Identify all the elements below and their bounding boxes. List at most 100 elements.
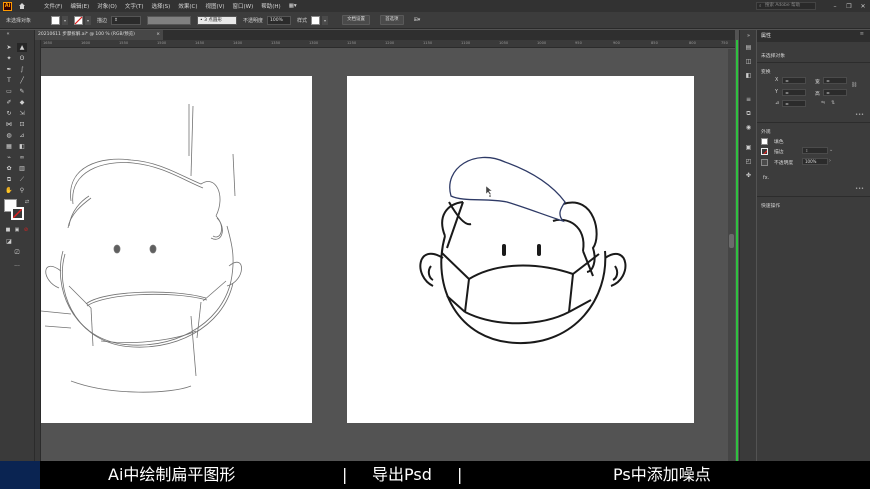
width-tool-icon[interactable]: ⋈ — [4, 120, 14, 129]
eraser-icon[interactable]: ◆ — [17, 98, 27, 107]
menu-window[interactable]: 窗口(W) — [233, 2, 254, 10]
restore-icon[interactable]: ❐ — [842, 3, 856, 10]
y-field[interactable]: ◂▸ — [782, 89, 806, 96]
draw-mode-icon[interactable]: ◪ — [4, 237, 14, 246]
fill-swatch[interactable] — [51, 15, 61, 25]
line-tool-icon[interactable]: ╱ — [17, 76, 27, 85]
selection-tool-icon[interactable]: ➤ — [4, 43, 14, 52]
arrange-icon[interactable]: ⊞▾ — [414, 17, 421, 23]
menu-select[interactable]: 选择(S) — [152, 2, 171, 10]
lasso-icon[interactable]: ʘ — [17, 54, 27, 63]
document-setup-button[interactable]: 文档设置 — [342, 15, 371, 25]
brush-definition-field[interactable]: • 3 点圆形 — [197, 15, 238, 25]
blend-tool-icon[interactable]: ∞ — [17, 153, 27, 162]
swatches-icon[interactable]: ▣ — [744, 144, 753, 152]
horizontal-ruler[interactable]: 1650 1600 1550 1500 1450 1400 1350 1300 … — [41, 40, 735, 48]
opacity-field[interactable]: 100% — [267, 15, 292, 25]
home-icon[interactable] — [17, 2, 26, 11]
artboard-tool-icon[interactable]: ⧉ — [4, 175, 14, 184]
magic-wand-icon[interactable]: ✦ — [4, 54, 14, 63]
workspace-switcher-icon[interactable]: ▦▾ — [289, 3, 297, 9]
stroke-label[interactable]: 描边 — [97, 17, 107, 24]
properties-panel-icon[interactable]: ▤ — [744, 44, 753, 52]
menu-help[interactable]: 帮助(H) — [261, 2, 280, 10]
document-tab[interactable]: 20210611 步骤拆解.ai* @ 100 % (RGB/预览) × — [35, 30, 163, 40]
stroke-weight-panel-field[interactable]: ⇕ — [802, 147, 828, 154]
menu-file[interactable]: 文件(F) — [44, 2, 62, 10]
panel-menu-icon[interactable]: ≡ — [860, 31, 864, 37]
symbols-icon[interactable]: ✤ — [744, 172, 753, 180]
curvature-tool-icon[interactable]: ∫ — [17, 65, 27, 74]
stroke-label-panel[interactable]: 描边 — [774, 148, 784, 155]
close-tab-icon[interactable]: × — [156, 30, 160, 40]
more-appearance-icon[interactable]: ••• — [855, 186, 864, 192]
menu-edit[interactable]: 编辑(E) — [70, 2, 89, 10]
mesh-tool-icon[interactable]: ▦ — [4, 142, 14, 151]
pathfinder-icon[interactable]: ⧉ — [744, 110, 753, 118]
help-search-input[interactable]: ⌕ 搜索 Adobe 帮助 — [756, 2, 816, 10]
opacity-label-panel[interactable]: 不透明度 — [774, 159, 793, 166]
gradient-tool-icon[interactable]: ◧ — [17, 142, 27, 151]
chevron-right-icon[interactable]: › — [829, 158, 831, 164]
swap-fill-stroke-icon[interactable]: ⇄ — [22, 198, 32, 207]
close-icon[interactable]: ✕ — [856, 3, 870, 10]
free-transform-icon[interactable]: ⊡ — [17, 120, 27, 129]
paintbrush-icon[interactable]: ✎ — [17, 87, 27, 96]
none-mode-icon[interactable]: ⊘ — [21, 226, 31, 235]
align-icon[interactable]: ≡ — [744, 96, 753, 104]
canvas-area[interactable] — [41, 49, 728, 461]
edit-toolbar-icon[interactable]: ··· — [12, 262, 22, 271]
opacity-panel-field[interactable]: 100% — [802, 158, 828, 165]
zoom-tool-icon[interactable]: ⚲ — [17, 186, 27, 195]
height-field[interactable]: ◂▸ — [823, 89, 847, 96]
stroke-dropdown-icon[interactable]: ▾ — [85, 15, 92, 25]
artboard-sketch[interactable] — [41, 76, 312, 423]
color-icon[interactable]: ◉ — [744, 124, 753, 132]
variable-width-profile[interactable] — [147, 15, 192, 25]
flip-horizontal-icon[interactable]: ⇋ — [821, 100, 825, 106]
artboard-vector[interactable] — [347, 76, 694, 423]
libraries-icon[interactable]: ◫ — [744, 58, 753, 66]
symbol-sprayer-icon[interactable]: ✿ — [4, 164, 14, 173]
collapse-panels-icon[interactable]: » — [744, 32, 753, 40]
properties-tab[interactable]: 属性 — [757, 30, 870, 42]
collapse-toolbar-icon[interactable]: « — [3, 30, 13, 39]
stroke-swatch[interactable] — [74, 15, 84, 25]
stroke-weight-field[interactable]: ⇕ — [111, 15, 142, 25]
hand-tool-icon[interactable]: ✋ — [4, 186, 14, 195]
eyedropper-icon[interactable]: ⌁ — [4, 153, 14, 162]
vertical-scrollbar[interactable] — [728, 49, 735, 461]
screen-mode-icon[interactable]: ⎚ — [12, 248, 22, 257]
direct-selection-tool-icon[interactable]: ▲ — [17, 43, 27, 52]
layers-icon[interactable]: ◧ — [744, 72, 753, 80]
fill-swatch-panel[interactable] — [761, 138, 768, 145]
transparency-icon[interactable]: ◰ — [744, 158, 753, 166]
type-tool-icon[interactable]: T — [4, 76, 14, 85]
preferences-button[interactable]: 首选项 — [380, 15, 404, 25]
menu-type[interactable]: 文字(T) — [125, 2, 144, 10]
fill-dropdown-icon[interactable]: ▾ — [62, 15, 69, 25]
rectangle-tool-icon[interactable]: ▭ — [4, 87, 14, 96]
menu-effect[interactable]: 效果(C) — [178, 2, 197, 10]
pen-tool-icon[interactable]: ✒ — [4, 65, 14, 74]
opacity-label[interactable]: 不透明度 — [243, 17, 263, 24]
shape-builder-icon[interactable]: ◍ — [4, 131, 14, 140]
style-dropdown-icon[interactable]: ▾ — [322, 15, 329, 25]
stroke-swatch-panel[interactable] — [761, 148, 768, 155]
column-graph-icon[interactable]: ▥ — [17, 164, 27, 173]
stroke-color-swatch[interactable] — [11, 207, 24, 220]
constrain-proportions-icon[interactable]: ⛓ — [851, 82, 857, 88]
menu-view[interactable]: 视图(V) — [205, 2, 224, 10]
angle-field[interactable]: ◂▸ — [782, 100, 806, 107]
width-field[interactable]: ◂▸ — [823, 77, 847, 84]
chevron-down-icon[interactable]: ⌄ — [829, 147, 833, 153]
style-swatch[interactable] — [311, 15, 321, 25]
slice-tool-icon[interactable]: ⟋ — [17, 175, 27, 184]
flip-vertical-icon[interactable]: ⇅ — [831, 100, 835, 106]
rotate-tool-icon[interactable]: ↻ — [4, 109, 14, 118]
x-field[interactable]: ◂▸ — [782, 77, 806, 84]
style-label[interactable]: 样式 — [297, 17, 307, 24]
menu-object[interactable]: 对象(O) — [97, 2, 117, 10]
fx-button[interactable]: fx. — [763, 176, 769, 181]
minimize-icon[interactable]: – — [828, 3, 842, 10]
